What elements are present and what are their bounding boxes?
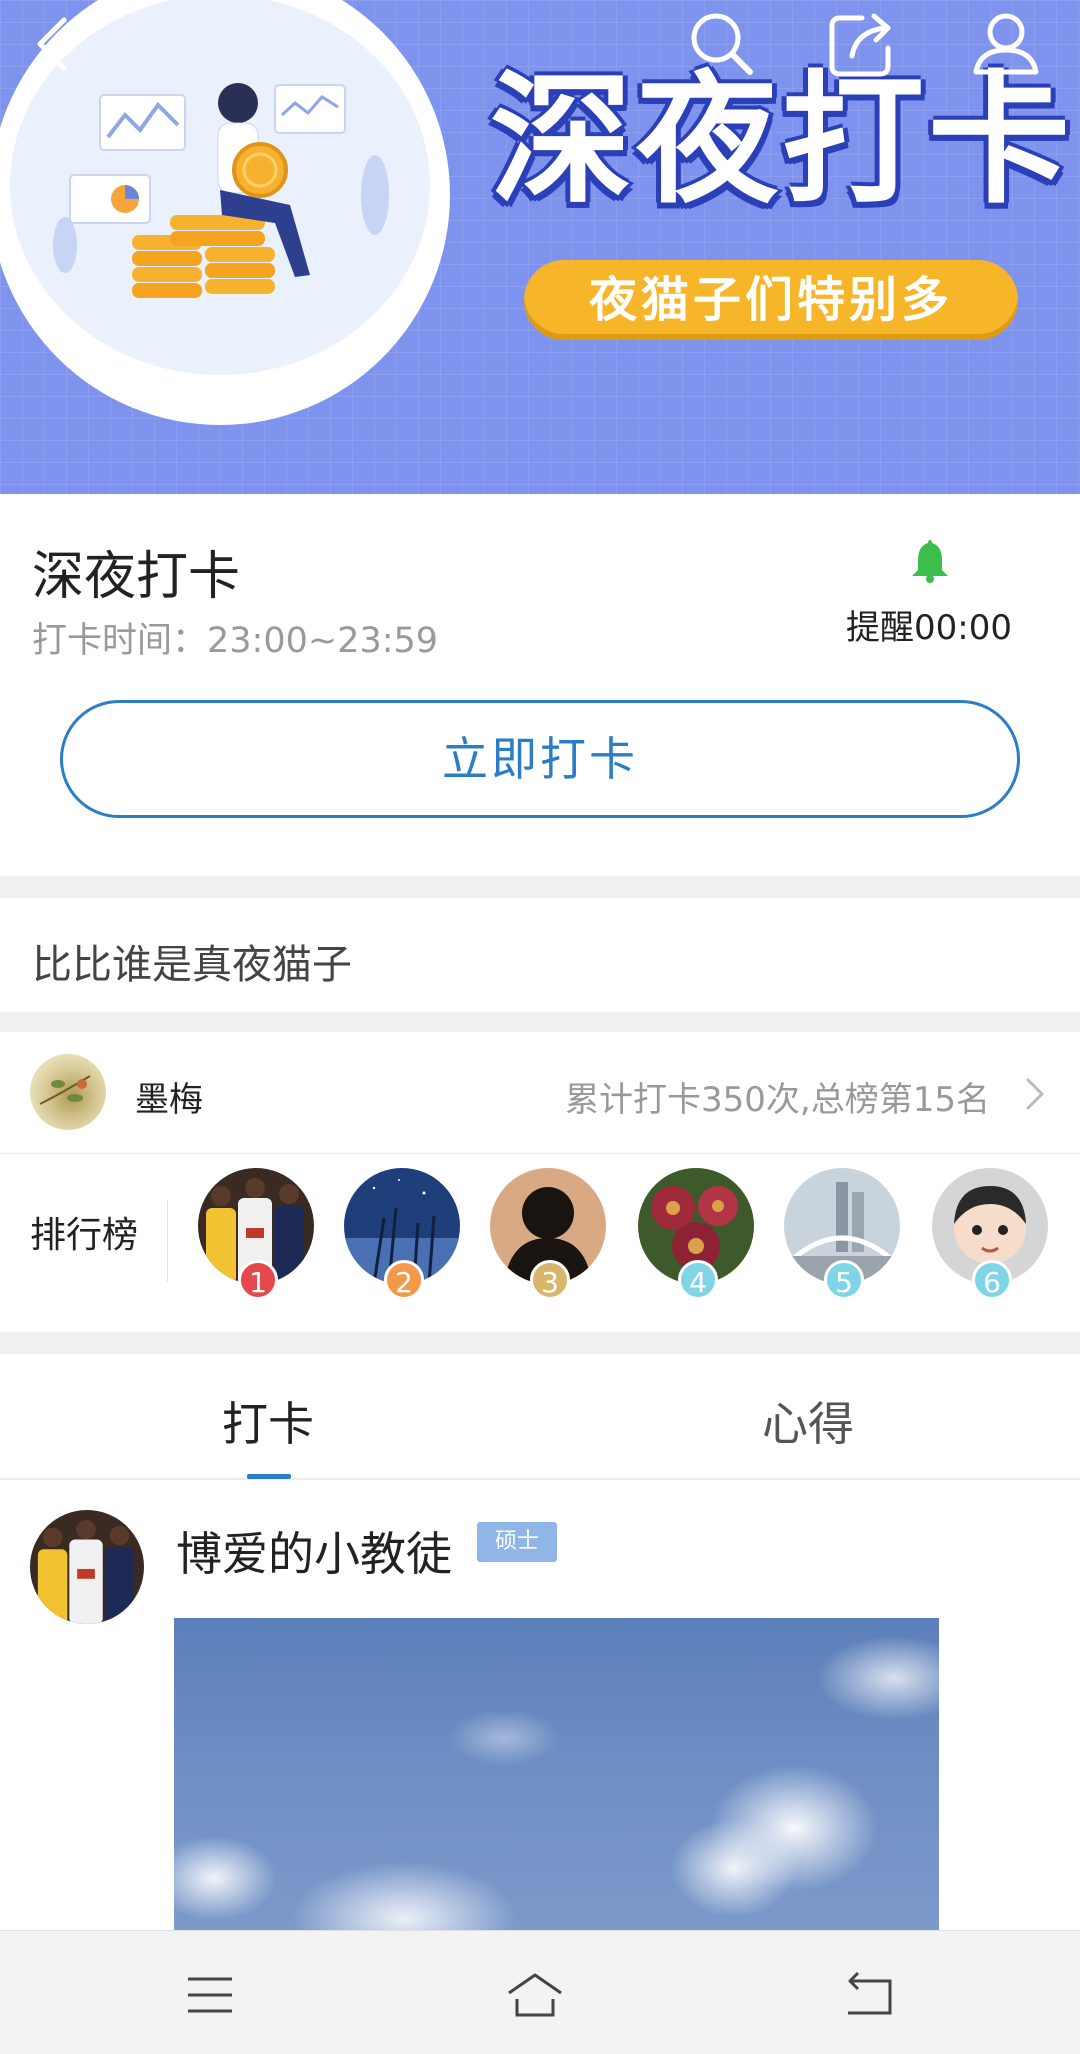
divider [0, 1012, 1080, 1032]
avatar [30, 1054, 106, 1130]
rank-badge: 3 [530, 1260, 570, 1300]
post-image[interactable] [174, 1618, 939, 1930]
home-icon[interactable] [505, 1965, 565, 2025]
system-nav-bar [0, 1930, 1080, 2054]
ranking-separator [167, 1200, 168, 1282]
divider [0, 876, 1080, 898]
back-icon[interactable] [14, 4, 94, 84]
tab-checkin[interactable]: 打卡 [222, 1388, 314, 1454]
tab-bar: 打卡 心得 [0, 1354, 1080, 1480]
banner-title: 深夜打卡 [490, 58, 1074, 223]
degree-badge: 硕士 [477, 1522, 557, 1562]
ranking-item[interactable]: 5 [784, 1168, 900, 1308]
ranking-item[interactable]: 1 [198, 1168, 314, 1308]
tab-active-indicator [247, 1474, 291, 1479]
checkin-time: 打卡时间：23:00~23:59 [32, 621, 439, 661]
rank-badge: 6 [972, 1260, 1012, 1300]
share-icon[interactable] [822, 4, 902, 84]
rank-badge: 2 [384, 1260, 424, 1300]
ranking-item[interactable]: 2 [344, 1168, 460, 1308]
compete-heading: 比比谁是真夜猫子 [32, 942, 352, 988]
current-user-stats: 累计打卡350次,总榜第15名 [565, 1080, 990, 1120]
compete-section: 比比谁是真夜猫子 [0, 898, 1080, 1012]
ranking-label: 排行榜 [30, 1215, 139, 1256]
ranking-item[interactable]: 3 [490, 1168, 606, 1308]
remind-time[interactable]: 提醒00:00 [846, 600, 1012, 649]
chevron-right-icon [1024, 1076, 1046, 1112]
banner-subtitle: 夜猫子们特别多 [524, 260, 1018, 340]
checkin-now-button[interactable]: 立即打卡 [60, 700, 1020, 818]
checkin-info: 深夜打卡 打卡时间：23:00~23:59 提醒00:00 立即打卡 [0, 494, 1080, 876]
tab-insights[interactable]: 心得 [762, 1388, 854, 1454]
divider [0, 1332, 1080, 1354]
rank-badge: 4 [678, 1260, 718, 1300]
ranking-item[interactable]: 4 [638, 1168, 754, 1308]
rank-badge: 5 [824, 1260, 864, 1300]
menu-icon[interactable] [180, 1965, 240, 2025]
page: 深夜打卡 夜猫子们特别多 深夜打卡 打卡时间：23:00~23:59 提醒00:… [0, 0, 1080, 2054]
profile-icon[interactable] [966, 4, 1046, 84]
current-user-row[interactable]: 墨梅 累计打卡350次,总榜第15名 [0, 1032, 1080, 1154]
post-author-name[interactable]: 博爱的小教徒 [176, 1518, 452, 1584]
current-user-name: 墨梅 [135, 1080, 203, 1120]
avatar[interactable] [30, 1510, 144, 1624]
search-icon[interactable] [682, 4, 762, 84]
rank-badge: 1 [238, 1260, 278, 1300]
bell-icon[interactable] [908, 536, 952, 584]
feed-post: 博爱的小教徒 硕士 [0, 1480, 1080, 1930]
banner: 深夜打卡 夜猫子们特别多 [0, 0, 1080, 494]
checkin-title: 深夜打卡 [32, 547, 241, 607]
return-icon[interactable] [838, 1965, 898, 2025]
ranking-row: 排行榜 1 2 3 4 5 6 [0, 1154, 1080, 1332]
ranking-item[interactable]: 6 [932, 1168, 1048, 1308]
